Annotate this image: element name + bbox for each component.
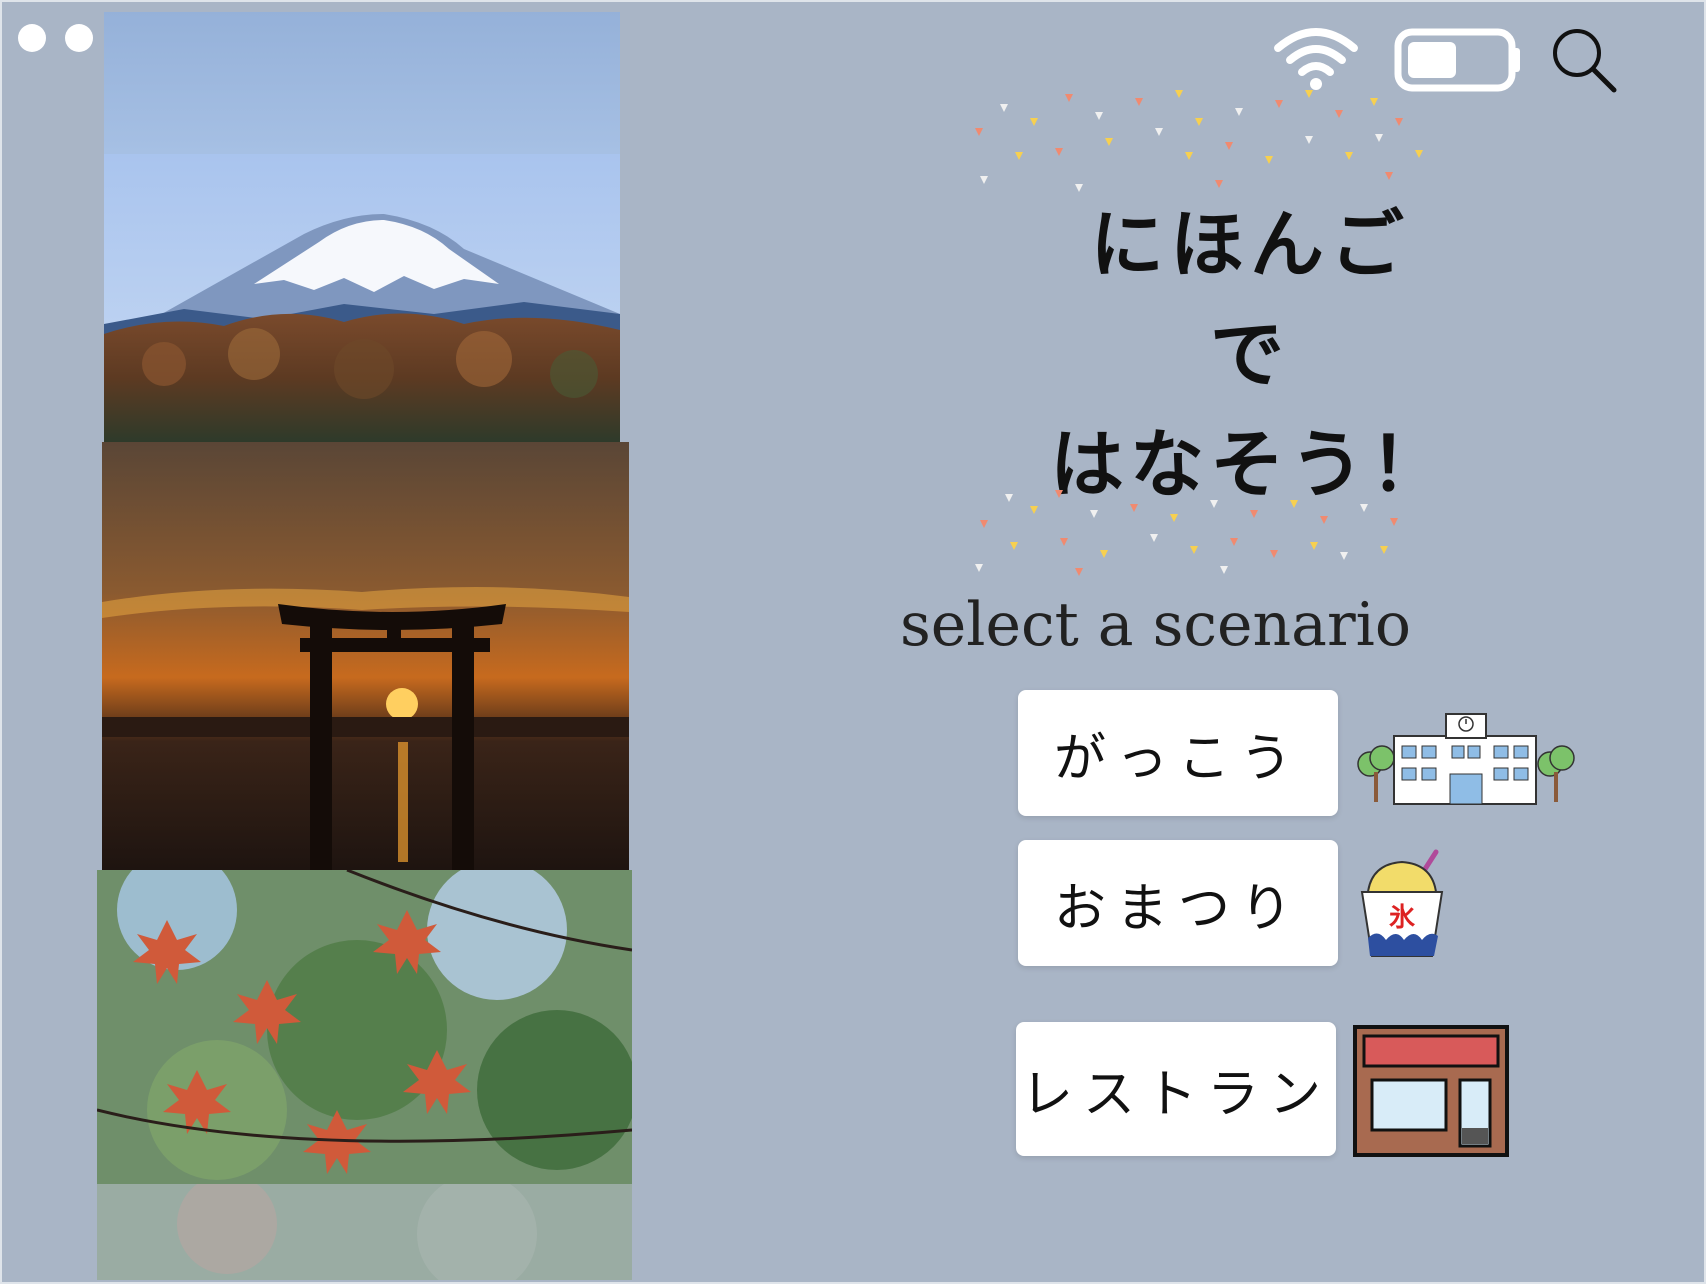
autumn-maple-photo bbox=[97, 870, 632, 1184]
select-scenario-heading: select a scenario bbox=[900, 590, 1411, 660]
torii-sunset-photo bbox=[102, 442, 629, 870]
title-line-1: にほんご bbox=[1090, 202, 1410, 288]
mount-fuji-photo bbox=[104, 154, 620, 442]
app-title: にほんご で はなそう！ bbox=[1000, 190, 1500, 520]
search-icon[interactable] bbox=[1550, 26, 1618, 94]
page-dot-1[interactable] bbox=[18, 24, 46, 52]
title-line-2: で bbox=[1210, 312, 1290, 398]
autumn-maple-reflection bbox=[97, 1184, 632, 1280]
sky-photo bbox=[104, 12, 620, 154]
festival-scenario-button[interactable]: おまつり bbox=[1018, 840, 1338, 966]
restaurant-scenario-button[interactable]: レストラン bbox=[1016, 1022, 1336, 1156]
confetti-decoration-top bbox=[975, 90, 1423, 192]
school-scenario-button[interactable]: がっこう bbox=[1018, 690, 1338, 816]
confetti-decoration-bottom bbox=[975, 490, 1398, 576]
battery-icon bbox=[1394, 28, 1520, 92]
storefront-icon bbox=[1353, 1025, 1509, 1157]
page-dot-2[interactable] bbox=[65, 24, 93, 52]
wifi-icon bbox=[1274, 28, 1358, 90]
shaved-ice-icon: 氷 bbox=[1360, 849, 1444, 957]
school-building-icon bbox=[1357, 713, 1575, 805]
kakigori-label: 氷 bbox=[1389, 903, 1416, 933]
